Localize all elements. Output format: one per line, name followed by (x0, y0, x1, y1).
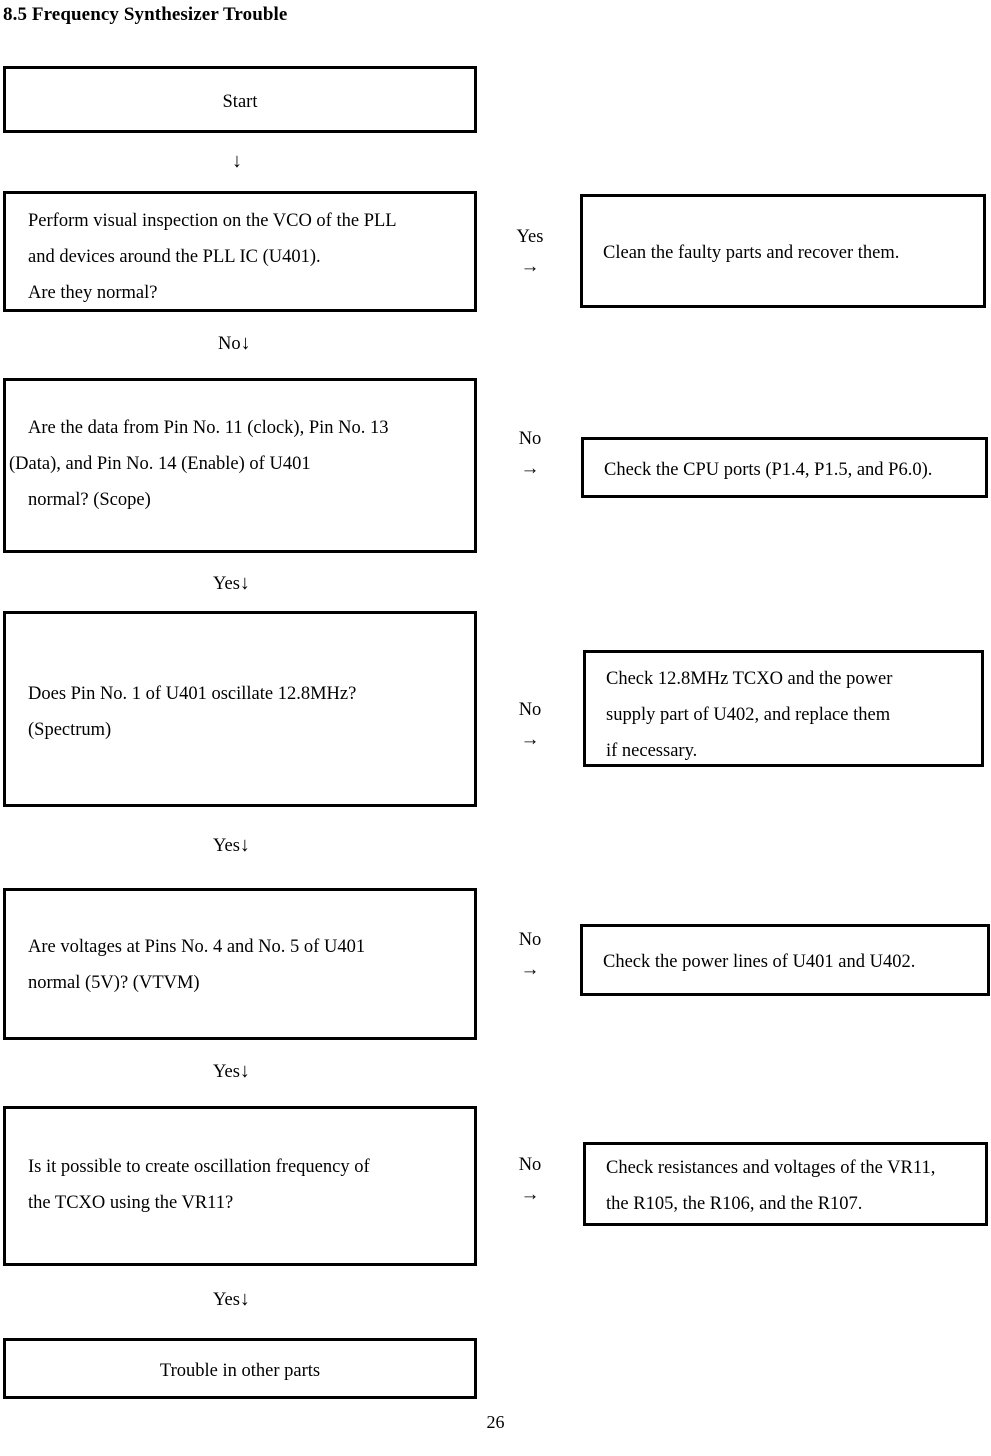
action-line: Clean the faulty parts and recover them. (603, 243, 900, 263)
decision-line: Does Pin No. 1 of U401 oscillate 12.8MHz… (28, 684, 357, 704)
branch-answer: No (518, 1155, 542, 1175)
document-page: 8.5 Frequency Synthesizer Trouble Start … (0, 0, 991, 1456)
branch-arrow-icon: → (520, 256, 540, 277)
connector-label: Yes (213, 1062, 240, 1082)
decision-line: normal (5V)? (VTVM) (28, 973, 200, 993)
branch-answer: No (518, 930, 542, 950)
action-box-power-lines: Check the power lines of U401 and U402. (580, 924, 990, 996)
decision-box-voltage-check: Are voltages at Pins No. 4 and No. 5 of … (3, 888, 477, 1040)
action-line: the R105, the R106, and the R107. (606, 1194, 863, 1214)
branch-arrow-icon: → (520, 959, 540, 980)
action-line: Check 12.8MHz TCXO and the power (606, 669, 893, 689)
branch-label-voltage-check: No → (495, 925, 565, 985)
branch-label-pin-data-check: No → (495, 424, 565, 484)
decision-line: Perform visual inspection on the VCO of … (28, 211, 397, 231)
connector-label: Yes (213, 836, 240, 856)
decision-line: Are they normal? (28, 283, 158, 303)
decision-line: and devices around the PLL IC (U401). (28, 247, 321, 267)
connector-arrow-icon: ↓ (239, 1060, 250, 1082)
action-box-check-resistances: Check resistances and voltages of the VR… (583, 1142, 988, 1226)
branch-answer: No (518, 700, 542, 720)
branch-label-oscillation-check: No → (495, 695, 565, 755)
decision-box-oscillation-check: Does Pin No. 1 of U401 oscillate 12.8MHz… (3, 611, 477, 807)
action-line: Check the CPU ports (P1.4, P1.5, and P6.… (604, 460, 933, 480)
page-title: 8.5 Frequency Synthesizer Trouble (3, 4, 288, 25)
decision-line: Are voltages at Pins No. 4 and No. 5 of … (28, 937, 366, 957)
branch-label-vr11-check: No → (495, 1150, 565, 1210)
decision-line: Is it possible to create oscillation fre… (28, 1157, 370, 1177)
connector-arrow-icon: ↓ (240, 332, 251, 354)
branch-arrow-icon: → (520, 458, 540, 479)
connector-arrow-icon: ↓ (239, 834, 250, 856)
decision-line: (Spectrum) (28, 720, 112, 740)
action-box-tcxo-power: Check 12.8MHz TCXO and the power supply … (583, 650, 984, 767)
connector-arrow-icon: ↓ (239, 572, 250, 594)
decision-line: (Data), and Pin No. 14 (Enable) of U401 (9, 454, 311, 474)
connector-label: Yes (213, 1290, 240, 1310)
action-line: supply part of U402, and replace them (606, 705, 891, 725)
branch-answer: No (518, 429, 542, 449)
connector-no-visual-inspection: No↓ (218, 332, 251, 355)
action-line: Check the power lines of U401 and U402. (603, 952, 916, 972)
flow-end-label: Trouble in other parts (159, 1361, 321, 1381)
decision-line: Are the data from Pin No. 11 (clock), Pi… (28, 418, 389, 438)
connector-label: No (218, 334, 241, 354)
connector-yes-voltage-check: Yes↓ (213, 1060, 250, 1083)
decision-line: normal? (Scope) (28, 490, 151, 510)
decision-line: the TCXO using the VR11? (28, 1193, 234, 1213)
connector-arrow-start: ↓ (232, 150, 242, 172)
flow-start-label: Start (222, 92, 258, 112)
action-box-clean-parts: Clean the faulty parts and recover them. (580, 194, 986, 308)
decision-box-visual-inspection: Perform visual inspection on the VCO of … (3, 191, 477, 312)
decision-box-vr11-check: Is it possible to create oscillation fre… (3, 1106, 477, 1266)
flow-end-box: Trouble in other parts (3, 1338, 477, 1399)
action-line: Check resistances and voltages of the VR… (606, 1158, 936, 1178)
branch-answer: Yes (516, 227, 544, 247)
action-box-cpu-ports: Check the CPU ports (P1.4, P1.5, and P6.… (581, 437, 988, 498)
branch-arrow-icon: → (520, 1184, 540, 1205)
page-number: 26 (486, 1412, 505, 1432)
connector-yes-vr11-check: Yes↓ (213, 1288, 250, 1311)
action-line: if necessary. (606, 741, 698, 761)
connector-yes-pin-data-check: Yes↓ (213, 572, 250, 595)
branch-arrow-icon: → (520, 729, 540, 750)
branch-label-visual-inspection: Yes → (495, 222, 565, 282)
decision-box-pin-data-check: Are the data from Pin No. 11 (clock), Pi… (3, 378, 477, 553)
connector-label: Yes (213, 574, 240, 594)
connector-yes-oscillation-check: Yes↓ (213, 834, 250, 857)
connector-arrow-icon: ↓ (239, 1288, 250, 1310)
flow-start-box: Start (3, 66, 477, 133)
